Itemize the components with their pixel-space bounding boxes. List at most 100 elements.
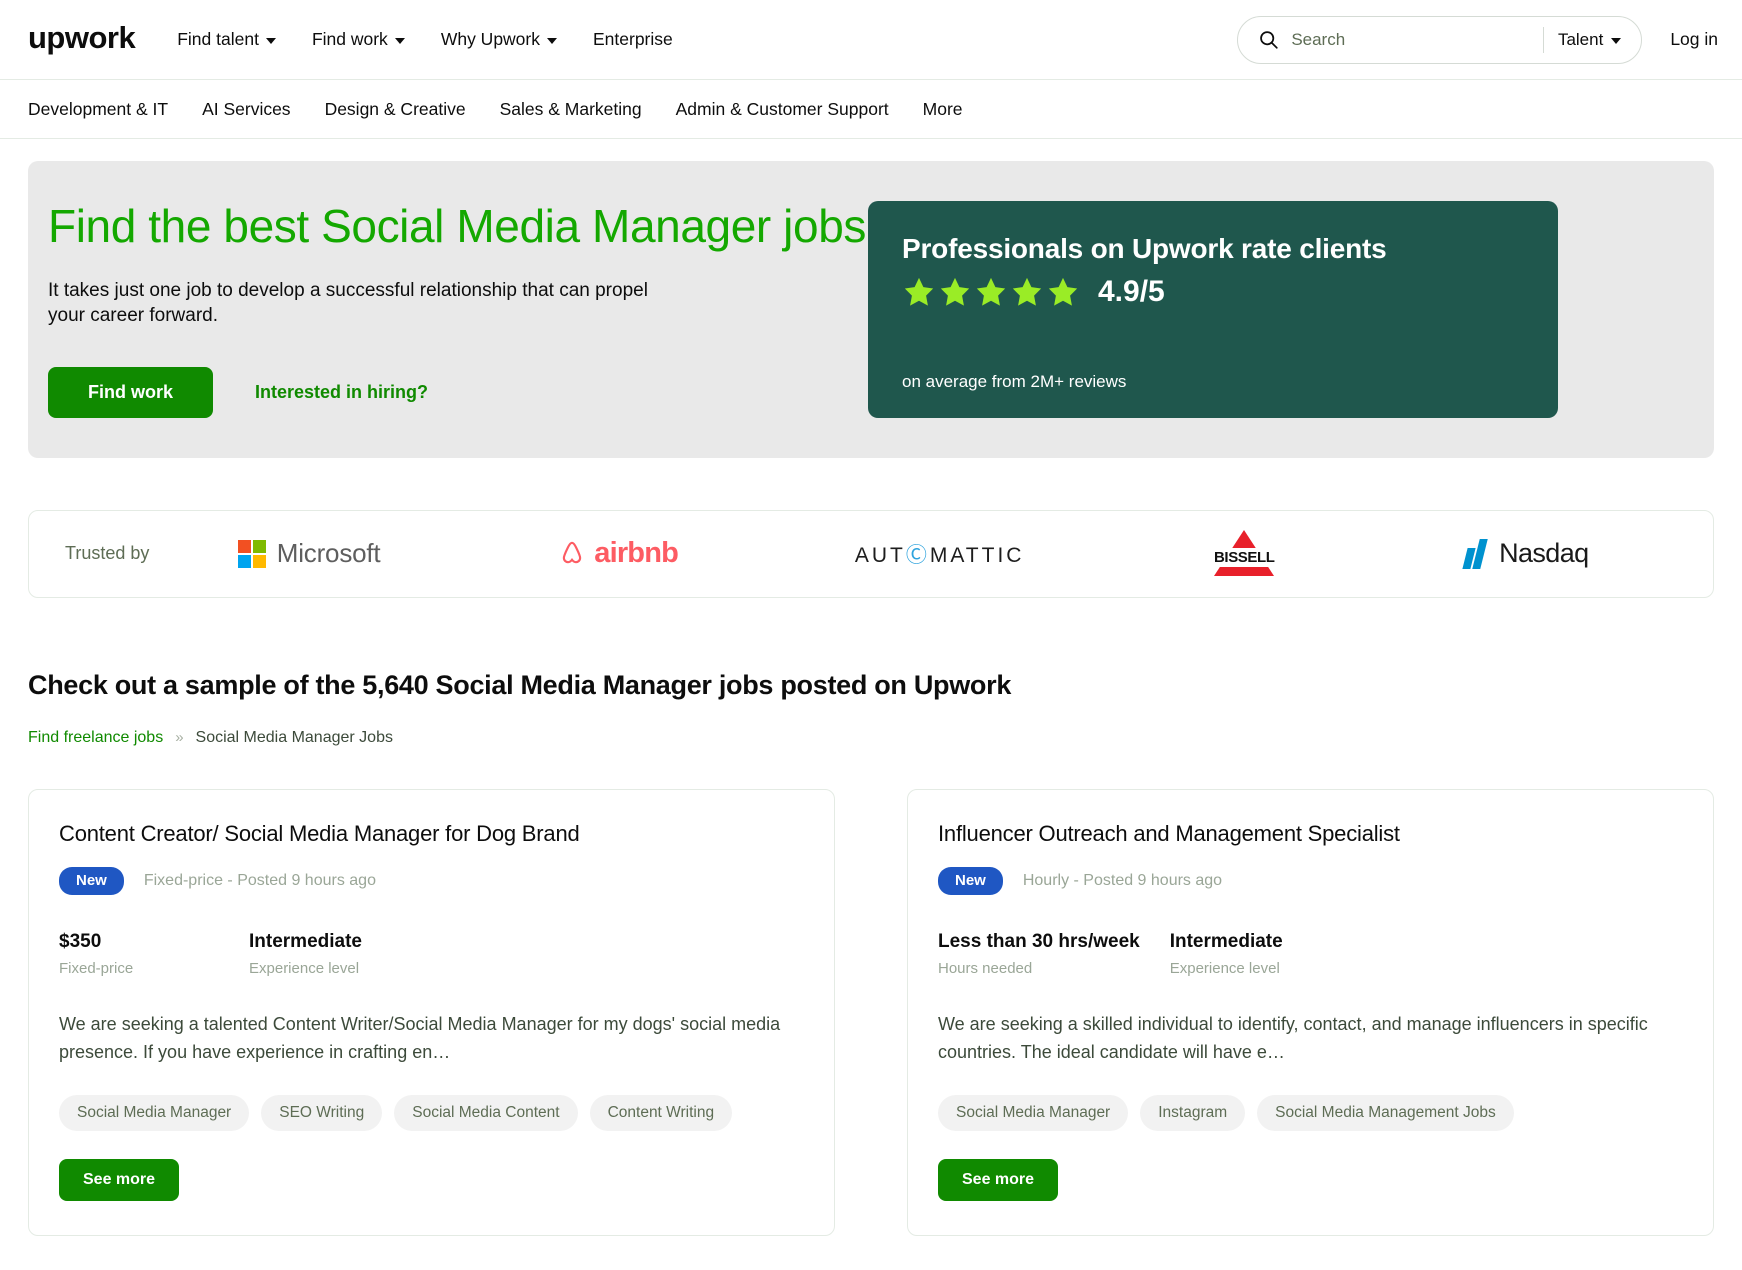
job-meta-row: New Fixed-price - Posted 9 hours ago <box>59 867 804 895</box>
hero-banner: Find the best Social Media Manager jobs … <box>28 161 1714 458</box>
job-stat-value: Intermediate <box>249 931 439 953</box>
skill-tag[interactable]: Social Media Management Jobs <box>1257 1095 1514 1131</box>
chevron-down-icon <box>266 38 276 44</box>
skill-tag[interactable]: Social Media Manager <box>59 1095 249 1131</box>
job-title[interactable]: Content Creator/ Social Media Manager fo… <box>59 820 804 848</box>
job-description: We are seeking a talented Content Writer… <box>59 1011 804 1067</box>
skill-tag[interactable]: Social Media Manager <box>938 1095 1128 1131</box>
airbnb-logo-text: airbnb <box>594 537 678 570</box>
category-navigation-bar: Development & IT AI Services Design & Cr… <box>0 80 1742 139</box>
job-posted-meta: Fixed-price - Posted 9 hours ago <box>144 872 376 890</box>
status-badge: New <box>938 867 1003 895</box>
job-stat-experience: Intermediate Experience level <box>1140 931 1330 977</box>
category-sales-marketing[interactable]: Sales & Marketing <box>500 99 642 120</box>
star-icon <box>1010 275 1044 309</box>
star-icon <box>902 275 936 309</box>
nav-item-label: Find talent <box>177 29 259 50</box>
job-stat-experience: Intermediate Experience level <box>249 931 439 977</box>
job-stat-value: Less than 30 hrs/week <box>938 931 1140 953</box>
primary-nav: Find talent Find work Why Upwork Enterpr… <box>177 29 673 50</box>
hero-subtitle: It takes just one job to develop a succe… <box>48 278 688 329</box>
bissell-logo-text: BISSELL <box>1210 548 1279 567</box>
job-posted-meta: Hourly - Posted 9 hours ago <box>1023 872 1222 890</box>
breadcrumb-current: Social Media Manager Jobs <box>196 729 393 747</box>
job-stat-label: Experience level <box>1170 960 1330 977</box>
bissell-mark-icon: BISSELL <box>1201 530 1287 578</box>
search-icon <box>1258 29 1279 50</box>
category-design-creative[interactable]: Design & Creative <box>325 99 466 120</box>
find-work-button[interactable]: Find work <box>48 367 213 418</box>
search-divider <box>1543 27 1544 53</box>
client-rating-card: Professionals on Upwork rate clients 4.9… <box>868 201 1558 418</box>
microsoft-logo: Microsoft <box>238 538 381 569</box>
category-admin-customer-support[interactable]: Admin & Customer Support <box>676 99 889 120</box>
star-rating <box>902 275 1080 309</box>
header-right-group: Talent Log in <box>1237 16 1718 64</box>
search-scope-select[interactable]: Talent <box>1558 30 1633 50</box>
automattic-logo: AUTⒸMATTIC <box>855 539 1025 569</box>
automattic-logo-text: AUTⒸMATTIC <box>855 539 1025 569</box>
job-meta-row: New Hourly - Posted 9 hours ago <box>938 867 1683 895</box>
nav-item-find-talent[interactable]: Find talent <box>177 29 276 50</box>
job-description: We are seeking a skilled individual to i… <box>938 1011 1683 1067</box>
breadcrumb: Find freelance jobs » Social Media Manag… <box>28 729 1714 747</box>
category-ai-services[interactable]: AI Services <box>202 99 291 120</box>
microsoft-squares-icon <box>238 540 266 568</box>
nav-item-label: Why Upwork <box>441 29 540 50</box>
hero-text-group: Find the best Social Media Manager jobs … <box>48 201 868 418</box>
rating-note: on average from 2M+ reviews <box>902 372 1524 392</box>
nav-item-enterprise[interactable]: Enterprise <box>593 29 673 50</box>
star-icon <box>1046 275 1080 309</box>
see-more-button[interactable]: See more <box>59 1159 179 1201</box>
chevron-down-icon <box>1611 38 1621 44</box>
breadcrumb-link-find-freelance-jobs[interactable]: Find freelance jobs <box>28 729 163 747</box>
job-stat-label: Fixed-price <box>59 960 249 977</box>
job-stat-label: Experience level <box>249 960 439 977</box>
job-title[interactable]: Influencer Outreach and Management Speci… <box>938 820 1683 848</box>
job-skill-tags: Social Media Manager Instagram Social Me… <box>938 1095 1683 1131</box>
nasdaq-logo: Nasdaq <box>1464 538 1588 569</box>
job-stat-value: Intermediate <box>1170 931 1330 953</box>
see-more-button[interactable]: See more <box>938 1159 1058 1201</box>
nav-item-why-upwork[interactable]: Why Upwork <box>441 29 557 50</box>
search-input[interactable] <box>1291 30 1537 50</box>
brand-logo-row: Microsoft airbnb AUTⒸMATTIC BISSELL <box>149 530 1677 578</box>
nav-item-find-work[interactable]: Find work <box>312 29 405 50</box>
skill-tag[interactable]: Social Media Content <box>394 1095 577 1131</box>
nasdaq-logo-text: Nasdaq <box>1499 538 1588 569</box>
chevron-down-icon <box>395 38 405 44</box>
job-card[interactable]: Content Creator/ Social Media Manager fo… <box>28 789 835 1236</box>
breadcrumb-separator: » <box>175 729 183 746</box>
job-stats: $350 Fixed-price Intermediate Experience… <box>59 931 804 977</box>
job-card[interactable]: Influencer Outreach and Management Speci… <box>907 789 1714 1236</box>
star-icon <box>938 275 972 309</box>
skill-tag[interactable]: SEO Writing <box>261 1095 382 1131</box>
category-development-it[interactable]: Development & IT <box>28 99 168 120</box>
interested-in-hiring-link[interactable]: Interested in hiring? <box>255 382 428 403</box>
upwork-logo[interactable]: upwork <box>28 22 135 57</box>
chevron-down-icon <box>547 38 557 44</box>
job-stat-label: Hours needed <box>938 960 1140 977</box>
star-icon <box>974 275 1008 309</box>
job-stat-budget: $350 Fixed-price <box>59 931 249 977</box>
nav-item-label: Enterprise <box>593 29 673 50</box>
rating-row: 4.9/5 <box>902 275 1524 309</box>
skill-tag[interactable]: Instagram <box>1140 1095 1245 1131</box>
skill-tag[interactable]: Content Writing <box>590 1095 733 1131</box>
status-badge: New <box>59 867 124 895</box>
bissell-logo: BISSELL <box>1201 530 1287 578</box>
search-bar[interactable]: Talent <box>1237 16 1642 64</box>
section-heading: Check out a sample of the 5,640 Social M… <box>28 670 1714 701</box>
page-content: Find the best Social Media Manager jobs … <box>0 161 1742 1236</box>
rating-score: 4.9/5 <box>1098 275 1165 309</box>
job-stat-hours: Less than 30 hrs/week Hours needed <box>938 931 1140 977</box>
airbnb-mark-icon <box>557 538 587 570</box>
nav-item-label: Find work <box>312 29 388 50</box>
job-skill-tags: Social Media Manager SEO Writing Social … <box>59 1095 804 1131</box>
trusted-by-label: Trusted by <box>65 543 149 564</box>
category-more[interactable]: More <box>923 99 963 120</box>
log-in-button[interactable]: Log in <box>1670 29 1718 50</box>
rating-card-title: Professionals on Upwork rate clients <box>902 233 1524 265</box>
page-title: Find the best Social Media Manager jobs <box>48 201 868 252</box>
job-stat-value: $350 <box>59 931 249 953</box>
